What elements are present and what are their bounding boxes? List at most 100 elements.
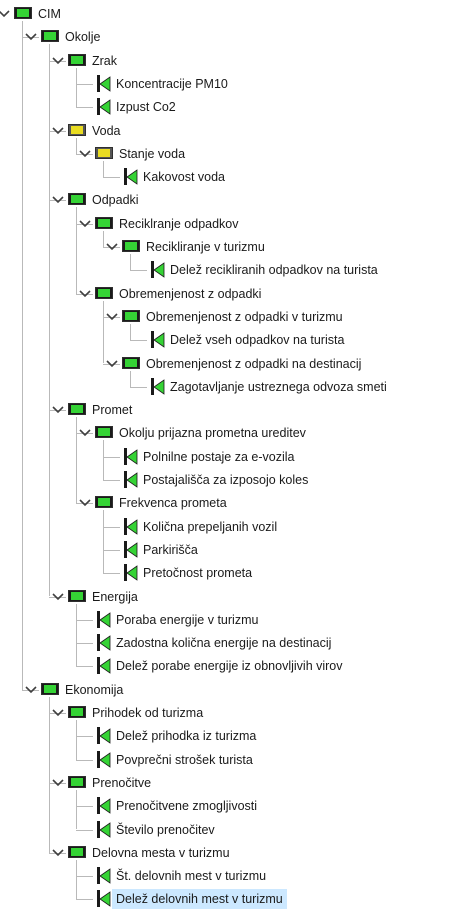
tree-leaf-postajalisca-za-izposojo-koles[interactable]: Postajališča za izposojo koles [0, 469, 472, 491]
green-status-box-icon [68, 589, 86, 602]
tree-item-label: Pretočnost prometa [143, 566, 253, 581]
green-status-flag-icon [97, 74, 111, 92]
green-status-flag-icon [97, 797, 111, 815]
tree-item-label: Frekvenca prometa [119, 496, 227, 511]
tree-leaf-kolicna-prepeljanih-vozil[interactable]: Količna prepeljanih vozil [0, 516, 472, 538]
tree-leaf-delez-delovnih-mest-v-turizmu[interactable]: Delež delovnih mest v turizmu [0, 888, 472, 910]
chevron-down-icon[interactable] [23, 26, 39, 48]
tree-leaf-stevilo-prenocitev[interactable]: Število prenočitev [0, 819, 472, 841]
green-status-box-icon [68, 53, 86, 66]
tree-item-label: Zrak [92, 53, 117, 68]
tree-node-zrak[interactable]: Zrak [0, 50, 472, 72]
chevron-down-icon[interactable] [77, 213, 93, 235]
tree-node-delovna-mesta-v-turizmu[interactable]: Delovna mesta v turizmu [0, 842, 472, 864]
tree-leaf-delez-recikliranih-odpadkov-na-turista[interactable]: Delež recikliranih odpadkov na turista [0, 259, 472, 281]
tree-item-label: Izpust Co2 [116, 100, 176, 115]
green-status-box-icon [122, 356, 140, 369]
yellow-status-box-icon [68, 123, 86, 136]
tree-node-recikliranje-v-turizmu[interactable]: Recikliranje v turizmu [0, 236, 472, 258]
tree-node-promet[interactable]: Promet [0, 399, 472, 421]
green-status-flag-icon [97, 727, 111, 745]
chevron-down-icon[interactable] [104, 236, 120, 258]
tree-item-label: Obremenjenost z odpadki na destinacij [146, 356, 362, 371]
tree-item-label: Zagotavljanje ustreznega odvoza smeti [170, 379, 387, 394]
chevron-down-icon[interactable] [50, 50, 66, 72]
green-status-flag-icon [124, 564, 138, 582]
tree-node-ekonomija[interactable]: Ekonomija [0, 679, 472, 701]
tree-item-label: Obremenjenost z odpadki v turizmu [146, 309, 343, 324]
green-status-flag-icon [124, 471, 138, 488]
tree-node-obremenjenost-z-odpadki[interactable]: Obremenjenost z odpadki [0, 283, 472, 305]
tree-node-cim[interactable]: CIM [0, 3, 472, 25]
tree-item-label: Število prenočitev [116, 822, 215, 837]
green-status-box-icon [122, 240, 140, 252]
green-status-flag-icon [97, 820, 111, 838]
chevron-down-icon[interactable] [77, 143, 93, 165]
green-status-flag-icon [124, 447, 138, 465]
tree-leaf-koncentracije-pm10[interactable]: Koncentracije PM10 [0, 73, 472, 95]
tree-item-label: Recikliranje v turizmu [146, 240, 265, 254]
tree-leaf-zagotavljanje-ustreznega-odvoza-smeti[interactable]: Zagotavljanje ustreznega odvoza smeti [0, 376, 472, 398]
tree-node-okolju-prijazna-prometna-ureditev[interactable]: Okolju prijazna prometna ureditev [0, 422, 472, 444]
tree-item-label: Prihodek od turizma [92, 706, 204, 720]
tree-leaf-zadostna-kolicna-energije-na-destinacij[interactable]: Zadostna količna energije na destinacij [0, 632, 472, 654]
tree-node-odpadki[interactable]: Odpadki [0, 189, 472, 211]
chevron-down-icon[interactable] [50, 120, 66, 142]
green-status-flag-icon [151, 331, 165, 349]
chevron-down-icon[interactable] [0, 3, 12, 25]
tree-leaf-povprecni-strosek-turista[interactable]: Povprečni strošek turista [0, 749, 472, 771]
green-status-box-icon [68, 193, 86, 206]
tree-node-prenocitve[interactable]: Prenočitve [0, 772, 472, 794]
chevron-down-icon[interactable] [50, 586, 66, 608]
tree-node-voda[interactable]: Voda [0, 120, 472, 142]
tree-item-label: Voda [92, 123, 121, 138]
tree-node-reciklranje-odpadkov[interactable]: Reciklranje odpadkov [0, 213, 472, 235]
tree-item-label: Količna prepeljanih vozil [143, 519, 278, 534]
chevron-down-icon[interactable] [50, 189, 66, 211]
green-status-flag-icon [151, 261, 165, 279]
tree-node-frekvenca-prometa[interactable]: Frekvenca prometa [0, 492, 472, 514]
tree-leaf-izpust-co2[interactable]: Izpust Co2 [0, 96, 472, 118]
tree-node-prihodek-od-turizma[interactable]: Prihodek od turizma [0, 702, 472, 724]
tree-item-label: Odpadki [92, 193, 139, 208]
tree-leaf-poraba-energije-v-turizmu[interactable]: Poraba energije v turizmu [0, 609, 472, 631]
green-status-box-icon [14, 7, 32, 19]
chevron-down-icon[interactable] [23, 679, 39, 701]
tree-leaf-kakovost-voda[interactable]: Kakovost voda [0, 166, 472, 188]
chevron-down-icon[interactable] [77, 422, 93, 444]
tree-item-label: Poraba energije v turizmu [116, 612, 259, 627]
tree-leaf-delez-porabe-energije-iz-obnovljivih-vir[interactable]: Delež porabe energije iz obnovljivih vir… [0, 655, 472, 677]
tree-leaf-prenocitvene-zmogljivosti[interactable]: Prenočitvene zmogljivosti [0, 795, 472, 817]
tree-node-obremenjenost-z-odpadki-v-turizmu[interactable]: Obremenjenost z odpadki v turizmu [0, 306, 472, 328]
green-status-box-icon [68, 706, 86, 718]
chevron-down-icon[interactable] [104, 353, 120, 375]
tree-leaf-polnilne-postaje-za-e-vozila[interactable]: Polnilne postaje za e-vozila [0, 446, 472, 468]
tree-item-label: Okolju prijazna prometna ureditev [119, 426, 306, 441]
tree-leaf-delez-prihodka-iz-turizma[interactable]: Delež prihodka iz turizma [0, 725, 472, 747]
chevron-down-icon[interactable] [104, 306, 120, 328]
tree-leaf-st-delovnih-mest-v-turizmu[interactable]: Št. delovnih mest v turizmu [0, 865, 472, 887]
green-status-flag-icon [97, 98, 111, 116]
chevron-down-icon[interactable] [50, 772, 66, 794]
green-status-box-icon [95, 496, 113, 509]
tree-node-okolje[interactable]: Okolje [0, 26, 472, 48]
tree-node-energija[interactable]: Energija [0, 586, 472, 608]
tree-leaf-pretocnost-prometa[interactable]: Pretočnost prometa [0, 562, 472, 584]
green-status-flag-icon [124, 517, 138, 535]
chevron-down-icon[interactable] [50, 399, 66, 421]
green-status-flag-icon [124, 168, 138, 186]
chevron-down-icon[interactable] [77, 283, 93, 305]
tree-item-label: Parkirišča [143, 542, 198, 557]
green-status-flag-icon [97, 610, 111, 628]
chevron-down-icon[interactable] [77, 492, 93, 514]
chevron-down-icon[interactable] [50, 842, 66, 864]
tree-node-obremenjenost-z-odpadki-na-destinacij[interactable]: Obremenjenost z odpadki na destinacij [0, 353, 472, 375]
tree-item-label: Kakovost voda [143, 170, 225, 185]
tree-leaf-parkirisca[interactable]: Parkirišča [0, 539, 472, 561]
tree-item-label: Delež porabe energije iz obnovljivih vir… [116, 659, 343, 674]
tree-item-label: Polnilne postaje za e-vozila [143, 449, 295, 464]
chevron-down-icon[interactable] [50, 702, 66, 724]
tree-node-stanje-voda[interactable]: Stanje voda [0, 143, 472, 165]
tree-item-label: Ekonomija [65, 682, 124, 697]
tree-leaf-delez-vseh-odpadkov-na-turista[interactable]: Delež vseh odpadkov na turista [0, 329, 472, 351]
